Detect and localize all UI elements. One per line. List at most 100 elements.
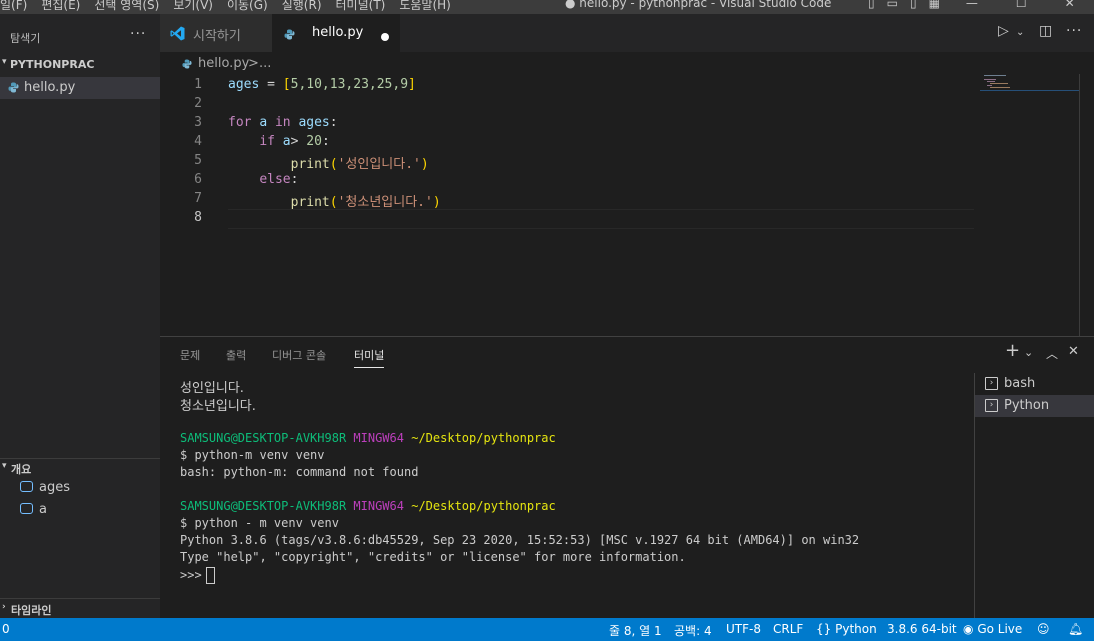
menu-file[interactable]: 일(F)	[0, 0, 27, 14]
terminal-command-line: $ python-m venv venv	[180, 448, 325, 462]
terminal-input-line[interactable]: >>>	[180, 567, 215, 584]
status-interpreter[interactable]: 3.8.6 64-bit	[887, 622, 957, 636]
unsaved-dot-icon[interactable]	[381, 33, 389, 41]
token-bracket: [	[282, 77, 291, 92]
chevron-down-icon[interactable]: ⌄	[1016, 27, 1024, 38]
token-string: '청소년입니다.'	[337, 195, 433, 210]
split-editor-icon[interactable]: ◫	[1039, 23, 1052, 39]
tab-problems[interactable]: 문제	[180, 347, 200, 363]
line-number: 6	[194, 172, 202, 187]
token-function: print	[290, 195, 330, 210]
terminal-shell: MINGW64	[353, 499, 404, 513]
tab-terminal[interactable]: 터미널	[354, 347, 385, 368]
breadcrumb-separator: >	[248, 56, 259, 71]
minimize-icon[interactable]: —	[966, 0, 978, 10]
terminal-item-python[interactable]: › Python	[975, 395, 1094, 417]
feedback-icon[interactable]: ☺	[1037, 622, 1050, 636]
layout-panel-icon[interactable]: ▭	[887, 0, 898, 10]
code-line-1: ages = [5,10,13,23,25,9]	[228, 77, 416, 92]
code-editor[interactable]: 1 2 3 4 5 6 7 8 ages = [5,10,13,23,25,9]…	[160, 74, 1094, 336]
outline-section-header[interactable]: ▾ 개요	[0, 458, 160, 477]
bottom-panel: 문제 출력 디버그 콘솔 터미널 + ⌄ ︿ ✕ 성인입니다. 청소년입니다. …	[160, 336, 1094, 619]
chevron-down-icon[interactable]: ⌄	[1024, 346, 1033, 359]
token-variable: a	[259, 115, 268, 130]
menu-go[interactable]: 이동(G)	[227, 0, 268, 14]
token-punct: :	[329, 115, 338, 130]
explorer-sidebar: 탐색기 ··· ▾ PYTHONPRAC hello.py ▾ 개요 ages …	[0, 14, 160, 618]
variable-symbol-icon	[20, 481, 33, 492]
python-file-icon	[182, 59, 192, 69]
maximize-icon[interactable]: ☐	[1016, 0, 1027, 10]
broadcast-icon: ◉	[963, 622, 974, 636]
editor-scrollbar[interactable]	[1079, 74, 1080, 336]
tab-output[interactable]: 출력	[226, 347, 246, 363]
more-actions-icon[interactable]: ···	[1066, 23, 1082, 39]
line-number: 1	[194, 77, 202, 92]
title-bar: 일(F) 편집(E) 선택 영역(S) 보기(V) 이동(G) 실행(R) 터미…	[0, 0, 1094, 14]
tab-label: hello.py	[312, 25, 364, 40]
token-keyword: for	[228, 115, 252, 130]
tab-hello-py[interactable]: hello.py	[272, 14, 400, 52]
maximize-panel-icon[interactable]: ︿	[1046, 345, 1058, 362]
project-folder[interactable]: ▾ PYTHONPRAC	[2, 57, 94, 71]
tab-getting-started[interactable]: 시작하기	[160, 14, 272, 52]
status-indentation[interactable]: 공백: 4	[674, 622, 712, 639]
token-keyword: if	[259, 134, 275, 149]
terminal-list: › bash › Python	[974, 373, 1094, 619]
vscode-logo-icon	[170, 26, 185, 41]
terminal-item-label: Python	[1004, 398, 1050, 413]
layout-sidebar-icon[interactable]: ▯	[868, 0, 875, 10]
token-bracket: )	[432, 195, 441, 210]
line-number: 5	[194, 153, 202, 168]
token-numbers: 5,10,13,23,25,9	[290, 77, 409, 92]
token-punct: :	[321, 134, 330, 149]
minimap[interactable]	[980, 74, 1080, 94]
close-window-icon[interactable]: ✕	[1065, 0, 1075, 10]
layout-custom-icon[interactable]: ▦	[929, 0, 940, 10]
menu-selection[interactable]: 선택 영역(S)	[94, 0, 159, 14]
terminal-output-line: 청소년입니다.	[180, 399, 256, 414]
chevron-down-icon: ▾	[2, 461, 7, 471]
terminal-item-label: bash	[1004, 376, 1036, 391]
tab-debug-console[interactable]: 디버그 콘솔	[272, 347, 326, 363]
menu-terminal[interactable]: 터미널(T)	[336, 0, 386, 14]
status-encoding[interactable]: UTF-8	[726, 622, 761, 636]
menu-help[interactable]: 도움말(H)	[399, 0, 451, 14]
timeline-title: 타임라인	[11, 604, 52, 617]
new-terminal-icon[interactable]: +	[1005, 340, 1020, 361]
more-actions-icon[interactable]: ···	[130, 26, 146, 42]
menu-bar: 일(F) 편집(E) 선택 영역(S) 보기(V) 이동(G) 실행(R) 터미…	[0, 0, 465, 14]
python-file-icon	[284, 29, 295, 40]
token-punct: :	[290, 172, 299, 187]
timeline-section-header[interactable]: › 타임라인	[0, 598, 160, 619]
token-operator: =	[259, 77, 283, 92]
token-string: '성인입니다.'	[337, 157, 421, 172]
terminal-shell: MINGW64	[353, 431, 404, 445]
run-python-file-icon[interactable]: ▷	[998, 23, 1009, 39]
notifications-bell-icon[interactable]: 🔔︎	[1068, 622, 1083, 636]
tab-label: 시작하기	[193, 29, 241, 44]
outline-symbol-ages[interactable]: ages	[20, 480, 70, 495]
status-go-live[interactable]: ◉ Go Live	[963, 622, 1022, 636]
terminal-item-bash[interactable]: › bash	[975, 373, 1094, 395]
status-language[interactable]: {} Python	[816, 622, 877, 636]
menu-run[interactable]: 실행(R)	[282, 0, 322, 14]
status-left-count[interactable]: 0	[2, 622, 10, 636]
breadcrumb-more[interactable]: ...	[259, 56, 271, 71]
layout-secondary-icon[interactable]: ▯	[910, 0, 917, 10]
braces-icon: {}	[816, 622, 832, 636]
token-bracket: )	[420, 157, 429, 172]
symbol-label: ages	[39, 480, 70, 495]
menu-view[interactable]: 보기(V)	[173, 0, 213, 14]
status-cursor-position[interactable]: 줄 8, 열 1	[609, 622, 662, 639]
file-item-hello-py[interactable]: hello.py	[0, 77, 160, 99]
explorer-title: 탐색기	[10, 32, 41, 45]
token-keyword: else	[259, 172, 291, 187]
status-eol[interactable]: CRLF	[773, 622, 803, 636]
window-controls: ▯ ▭ ▯ ▦ — ☐ ✕	[868, 0, 1087, 10]
breadcrumb-file[interactable]: hello.py	[198, 56, 249, 71]
close-panel-icon[interactable]: ✕	[1068, 344, 1079, 359]
terminal-error-line: bash: python-m: command not found	[180, 465, 419, 479]
menu-edit[interactable]: 편집(E)	[41, 0, 80, 14]
outline-symbol-a[interactable]: a	[20, 502, 47, 517]
